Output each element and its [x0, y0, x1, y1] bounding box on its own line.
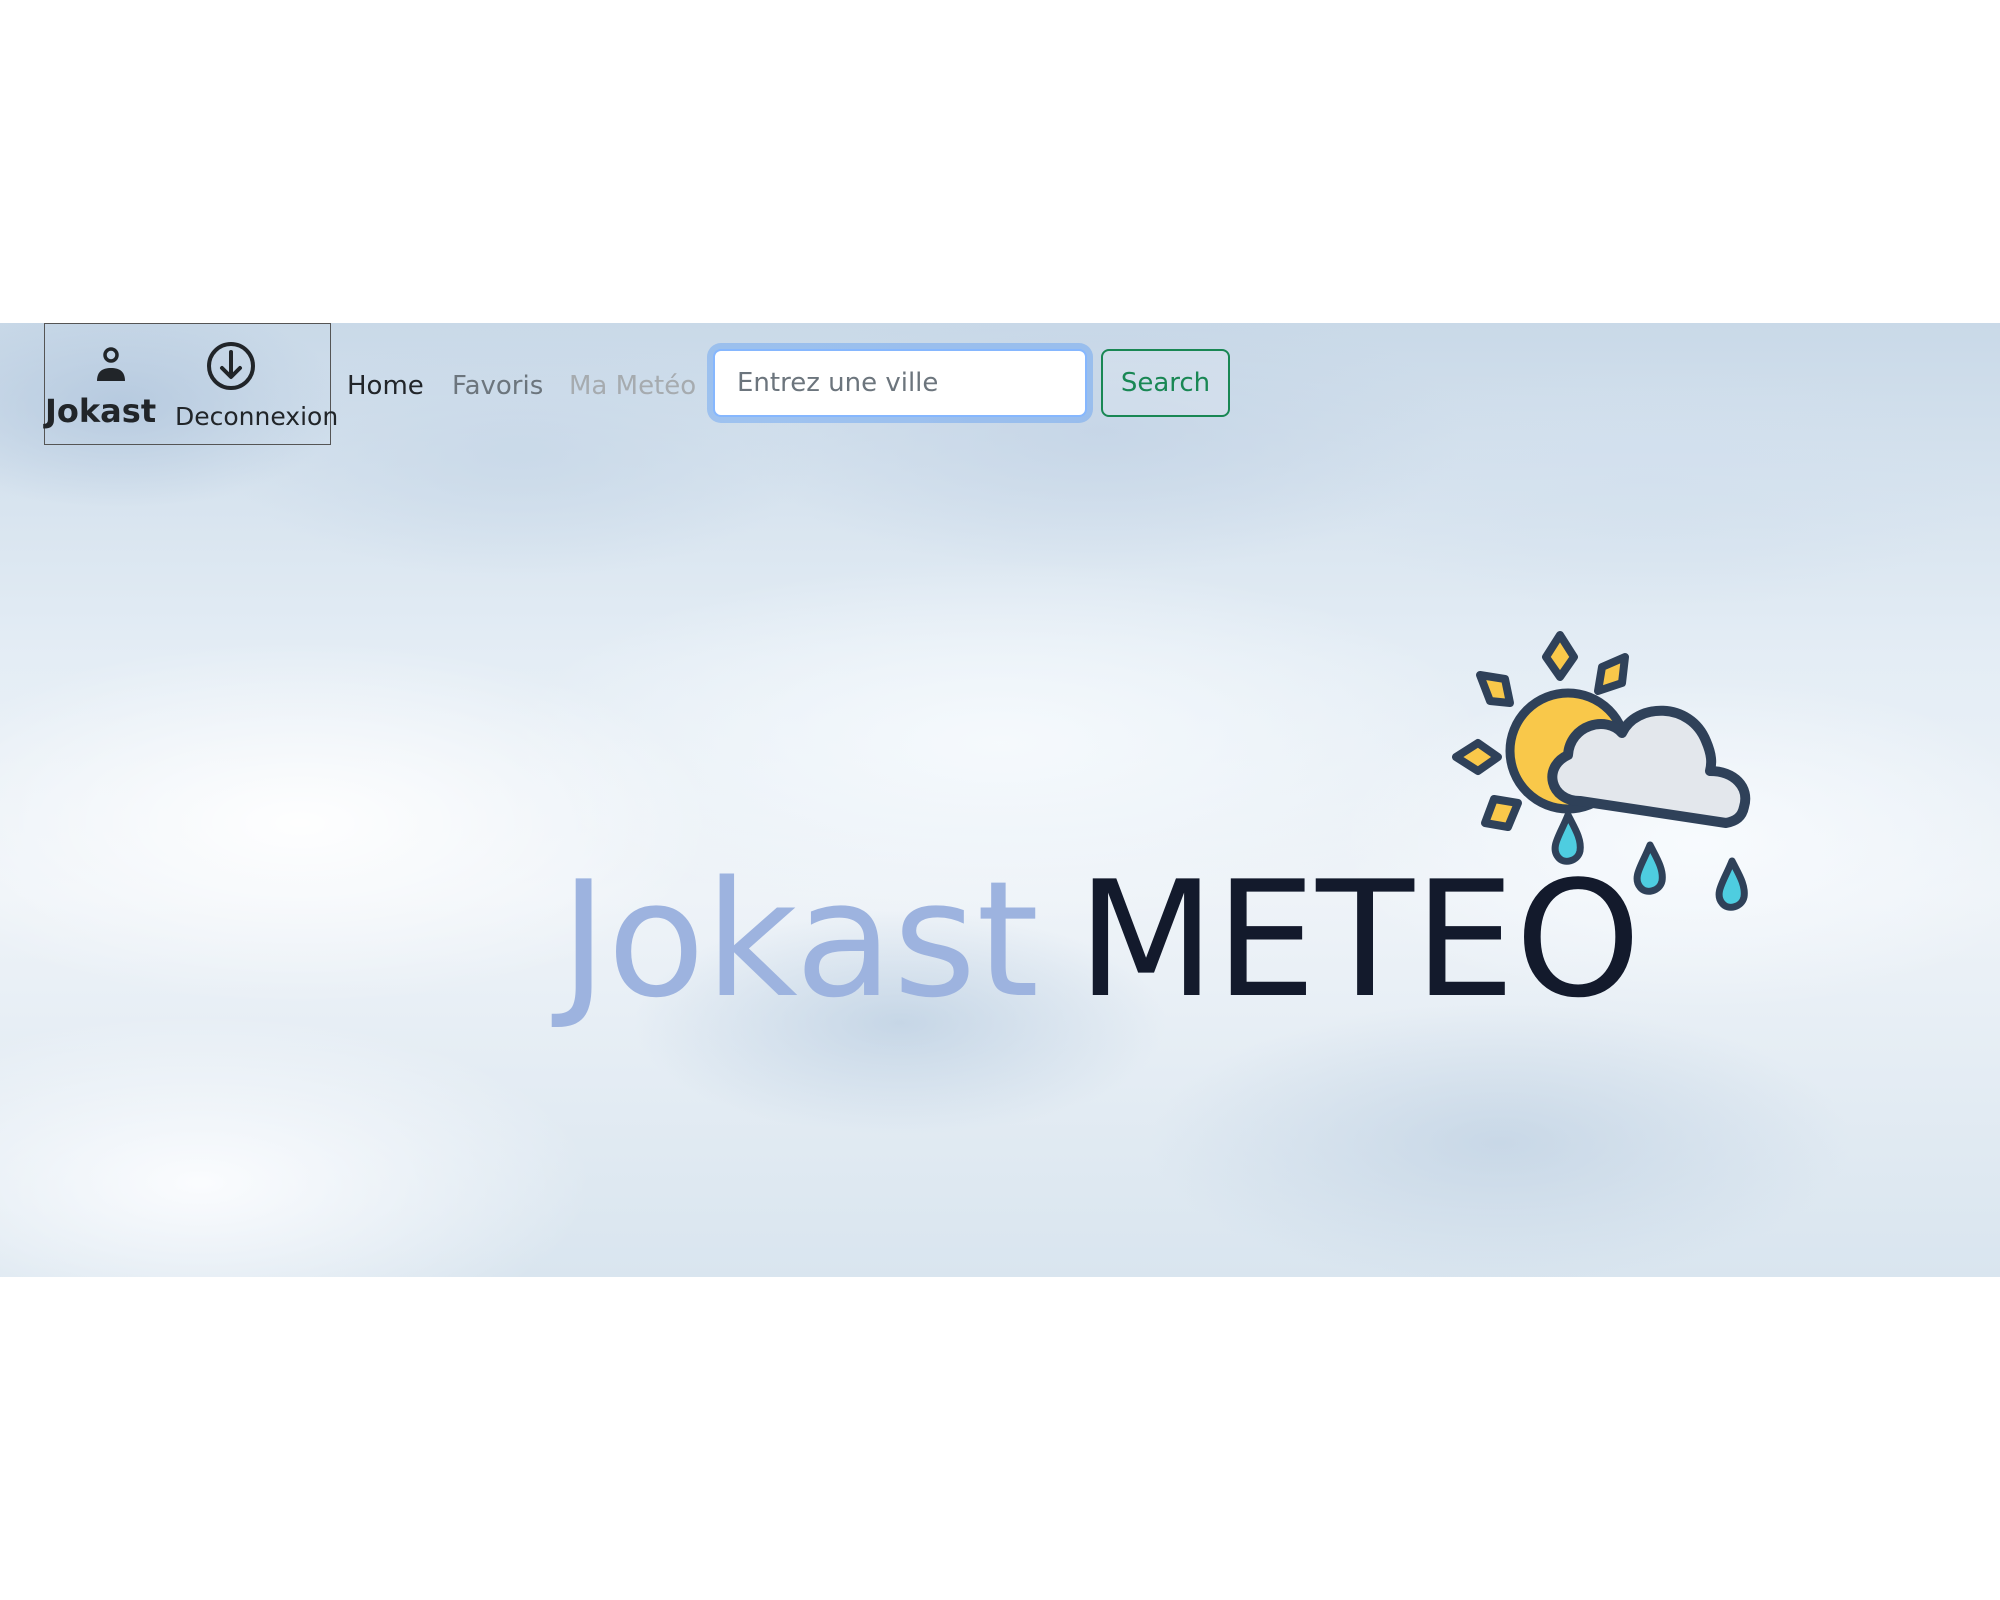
user-icon[interactable] — [93, 344, 129, 384]
page: Jokast Deconnexion Home Favoris Ma Metéo… — [0, 0, 2000, 1600]
user-box: Jokast Deconnexion — [44, 323, 338, 445]
nav-link-ma-meteo[interactable]: Ma Metéo — [569, 371, 696, 401]
search-button[interactable]: Search — [1101, 349, 1230, 417]
sun-cloud-rain-icon — [1452, 631, 1751, 911]
logout-link[interactable]: Deconnexion — [175, 402, 338, 431]
nav-link-home[interactable]: Home — [347, 371, 424, 401]
title-brand: Jokast — [560, 846, 1040, 1033]
search-input[interactable] — [713, 349, 1087, 417]
logout-icon[interactable] — [205, 340, 257, 392]
user-name[interactable]: Jokast — [45, 392, 156, 430]
nav-link-favoris[interactable]: Favoris — [452, 371, 543, 401]
navbar: Jokast Deconnexion Home Favoris Ma Metéo… — [0, 323, 2000, 448]
